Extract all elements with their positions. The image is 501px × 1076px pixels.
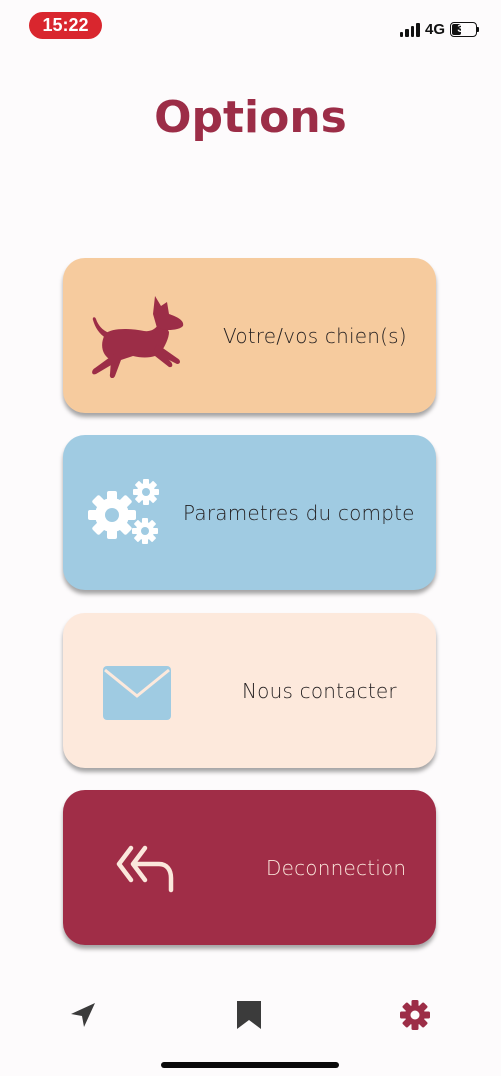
battery-icon: 37	[450, 21, 479, 37]
logout-arrow-icon	[116, 845, 174, 893]
gears-icon	[88, 479, 159, 544]
location-arrow-icon	[71, 1003, 95, 1027]
tab-settings[interactable]	[398, 998, 432, 1032]
envelope-icon	[103, 666, 171, 720]
status-time: 15:22	[29, 12, 102, 39]
bookmark-icon	[237, 1001, 261, 1029]
account-settings-label: Parametres du compte	[183, 500, 415, 525]
tab-bookmarks[interactable]	[232, 998, 266, 1032]
account-settings-button[interactable]: Parametres du compte	[63, 435, 436, 590]
home-indicator[interactable]	[161, 1062, 339, 1068]
battery-level: 37	[457, 22, 470, 35]
logout-button[interactable]: Deconnection	[63, 790, 436, 945]
status-indicators: 4G 37	[399, 20, 479, 38]
logout-label: Deconnection	[266, 855, 407, 880]
gear-icon	[400, 1000, 430, 1030]
page-title: Options	[154, 92, 347, 143]
dogs-label: Votre/vos chien(s)	[223, 323, 407, 348]
contact-label: Nous contacter	[242, 678, 397, 703]
tab-map[interactable]	[66, 998, 100, 1032]
dog-icon	[92, 296, 184, 378]
network-label: 4G	[424, 20, 445, 38]
dogs-button[interactable]: Votre/vos chien(s)	[63, 258, 436, 413]
contact-button[interactable]: Nous contacter	[63, 613, 436, 768]
signal-icon	[399, 22, 420, 37]
